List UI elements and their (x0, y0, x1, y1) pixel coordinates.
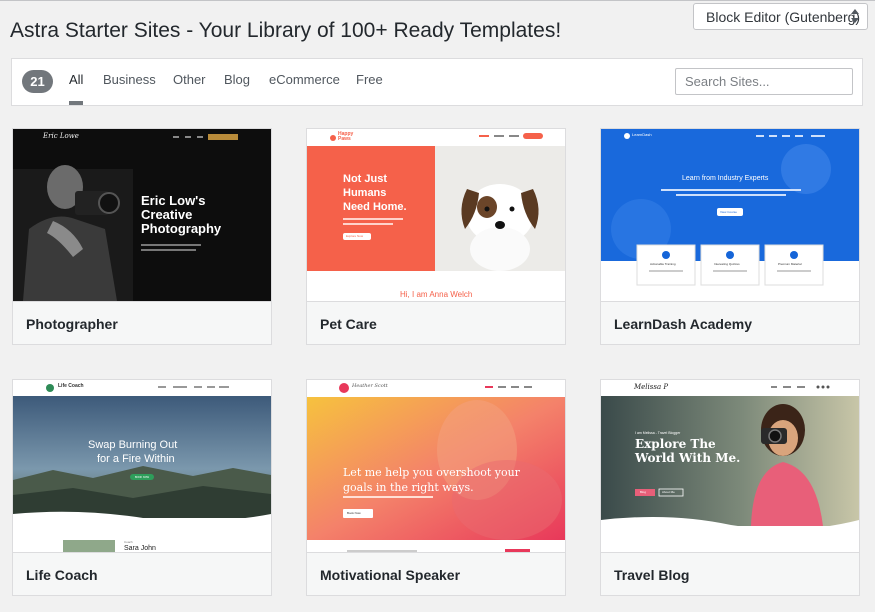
editor-select[interactable]: Block Editor (Gutenberg) (693, 3, 868, 30)
learndash-heading: Learn from Industry Experts (682, 175, 769, 182)
site-card-motivational-speaker[interactable]: Heather Scott Let me help you overshoot … (306, 379, 566, 596)
site-name: Motivational Speaker (320, 567, 461, 583)
motivational-speaker-heading-2: goals in the right ways. (343, 481, 474, 494)
learndash-illustration (601, 129, 859, 286)
site-card-footer: Life Coach (13, 552, 271, 595)
site-name: Travel Blog (614, 567, 690, 583)
tab-business[interactable]: Business (103, 72, 156, 87)
active-tab-indicator (69, 101, 83, 105)
tab-free[interactable]: Free (356, 72, 383, 87)
select-arrows-icon (851, 9, 859, 23)
life-coach-button: BOOK NOW (135, 476, 150, 479)
life-coach-logo: Life Coach (58, 383, 84, 389)
site-card-footer: Travel Blog (601, 552, 859, 595)
tab-other[interactable]: Other (173, 72, 206, 87)
pet-care-heading-3: Need Home. (343, 201, 407, 213)
sites-count-badge: 21 (22, 70, 53, 93)
photographer-heading-1: Eric Low's (141, 193, 206, 208)
site-card-footer: Photographer (13, 301, 271, 344)
site-card-footer: Motivational Speaker (307, 552, 565, 595)
life-coach-heading-1: Swap Burning Out (88, 439, 178, 451)
site-name: Life Coach (26, 567, 98, 583)
photographer-logo: Eric Lowe (43, 132, 79, 140)
filter-bar: 21 All Business Other Blog eCommerce Fre… (11, 58, 863, 106)
learndash-logo: LearnDash (632, 132, 652, 137)
photographer-heading-2: Creative (141, 207, 193, 222)
pet-care-subheading: Hi, I am Anna Welch (400, 290, 473, 299)
learndash-feature-1: Actionable Training (650, 262, 676, 266)
page-title: Astra Starter Sites - Your Library of 10… (10, 19, 562, 42)
site-preview-travel-blog: Melissa P I am Melissa - Travel Blogger … (601, 380, 859, 552)
editor-select-value: Block Editor (Gutenberg) (706, 9, 861, 25)
travel-blog-logo: Melissa P (634, 383, 669, 391)
motivational-speaker-logo: Heather Scott (352, 383, 388, 389)
learndash-feature-3: Premium Material (778, 262, 802, 266)
site-card-pet-care[interactable]: Happy Paws Not Just Humans Need Home. Ex… (306, 128, 566, 345)
pet-care-button: Explore Now (346, 234, 364, 238)
learndash-feature-2: Interesting Quizzes (714, 262, 740, 266)
search-input[interactable] (675, 68, 853, 95)
site-card-footer: Pet Care (307, 301, 565, 344)
site-card-life-coach[interactable]: Life Coach Swap Burning Out for a Fire W… (12, 379, 272, 596)
site-card-learndash-academy[interactable]: LearnDash Learn from Industry Experts Vi… (600, 128, 860, 345)
site-preview-pet-care: Happy Paws Not Just Humans Need Home. Ex… (307, 129, 565, 301)
life-coach-heading-2: for a Fire Within (97, 453, 175, 465)
site-name: LearnDash Academy (614, 316, 752, 332)
travel-blog-illustration (601, 380, 859, 552)
site-preview-photographer: Eric Lowe Eric Low's Creative Photograph… (13, 129, 271, 301)
travel-blog-button-2: About Me (662, 490, 675, 494)
life-coach-person-role: Coach (124, 540, 133, 544)
site-preview-learndash: LearnDash Learn from Industry Experts Vi… (601, 129, 859, 301)
tab-ecommerce[interactable]: eCommerce (269, 72, 340, 87)
photographer-heading-3: Photography (141, 221, 222, 236)
site-preview-life-coach: Life Coach Swap Burning Out for a Fire W… (13, 380, 271, 552)
site-name: Photographer (26, 316, 118, 332)
pet-care-heading-1: Not Just (343, 173, 387, 185)
tab-all[interactable]: All (69, 72, 83, 87)
site-name: Pet Care (320, 316, 377, 332)
site-card-footer: LearnDash Academy (601, 301, 859, 344)
site-card-travel-blog[interactable]: Melissa P I am Melissa - Travel Blogger … (600, 379, 860, 596)
life-coach-illustration (13, 380, 271, 552)
travel-blog-tagline: I am Melissa - Travel Blogger (635, 431, 681, 435)
tab-blog[interactable]: Blog (224, 72, 250, 87)
learndash-button: View Course (720, 210, 737, 214)
pet-care-logo-2: Paws (338, 136, 351, 142)
motivational-speaker-heading-1: Let me help you overshoot your (343, 466, 520, 479)
top-border (0, 0, 875, 1)
travel-blog-heading-2: World With Me. (635, 451, 741, 465)
pet-care-illustration (307, 129, 565, 271)
life-coach-person-name: Sara John (124, 545, 156, 552)
travel-blog-heading-1: Explore The (635, 437, 716, 451)
site-preview-motivational-speaker: Heather Scott Let me help you overshoot … (307, 380, 565, 552)
motivational-speaker-button: Book Now (347, 511, 361, 515)
travel-blog-button-1: Blog (640, 490, 647, 494)
site-card-photographer[interactable]: Eric Lowe Eric Low's Creative Photograph… (12, 128, 272, 345)
pet-care-heading-2: Humans (343, 187, 387, 199)
